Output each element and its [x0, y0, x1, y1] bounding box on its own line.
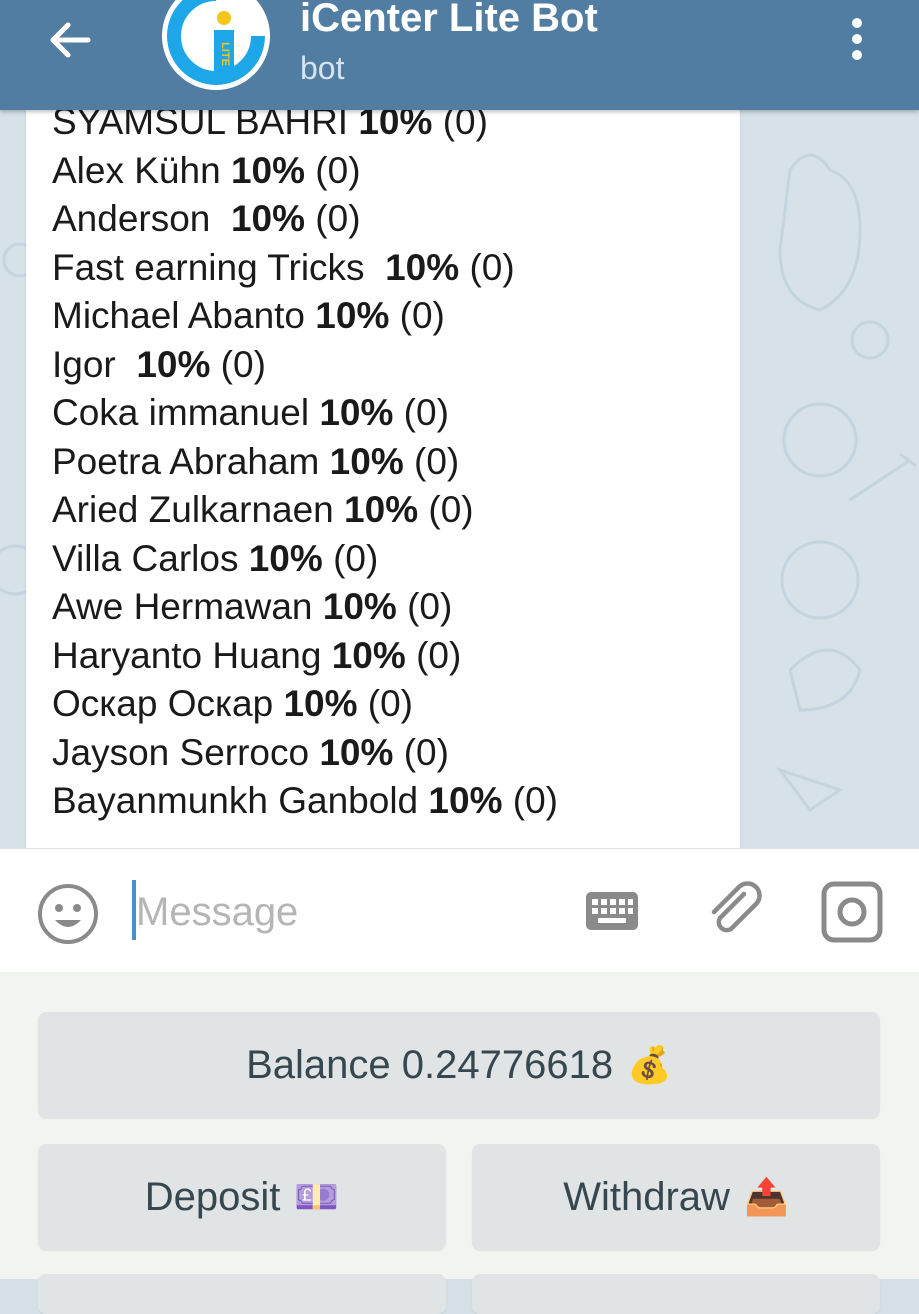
message-input[interactable] [136, 882, 566, 942]
deposit-button[interactable]: Deposit 💷 [38, 1144, 446, 1250]
message-line: Anderson 10% (0) [52, 198, 361, 239]
message-line: Bayanmunkh Ganbold 10% (0) [52, 780, 558, 821]
deposit-label: Deposit [144, 1174, 281, 1219]
attach-button[interactable] [704, 880, 766, 942]
keyboard-button-partial[interactable] [472, 1274, 880, 1314]
message-line: Poetra Abraham 10% (0) [52, 440, 460, 482]
message-line: Michael Abanto 10% (0) [52, 295, 445, 336]
icenter-lite-logo: LITE [162, 0, 270, 90]
smiley-icon [38, 884, 98, 944]
camera-button[interactable] [820, 880, 884, 944]
more-options-button[interactable] [842, 14, 872, 64]
chat-header: LITE iCenter Lite Bot bot [0, 0, 919, 110]
pound-banknote-icon: 💷 [294, 1176, 340, 1217]
bot-avatar[interactable]: LITE [162, 0, 270, 90]
money-bag-icon: 💰 [627, 1044, 672, 1085]
message-line: Aried Zulkarnaen 10% (0) [52, 489, 474, 530]
keyboard-button-partial[interactable] [38, 1274, 446, 1314]
chat-area[interactable]: SYAMSUL BAHRI 10% (0) Alex Kühn 10% (0) … [0, 110, 919, 848]
message-line: Alex Kühn 10% (0) [52, 149, 361, 191]
balance-label: Balance 0.24776618 [246, 1042, 614, 1087]
paperclip-icon [711, 881, 762, 933]
message-line: Haryanto Huang 10% (0) [52, 634, 462, 676]
message-line: Villa Carlos 10% (0) [52, 537, 379, 579]
camera-icon [821, 881, 883, 943]
message-line: Awe Hermawan 10% (0) [52, 586, 453, 627]
arrow-left-icon [50, 22, 91, 58]
chat-subtitle: bot [300, 50, 345, 86]
withdraw-label: Withdraw [563, 1174, 730, 1219]
svg-text:LITE: LITE [219, 42, 231, 66]
balance-button[interactable]: Balance 0.24776618 💰 [38, 1012, 880, 1118]
chat-title: iCenter Lite Bot [300, 0, 598, 40]
more-vertical-icon [852, 18, 862, 60]
message-line: Igor 10% (0) [52, 343, 266, 385]
message-line: Fast earning Tricks 10% (0) [52, 246, 515, 288]
keyboard-icon [586, 892, 638, 930]
message-line: Jayson Serroco 10% (0) [52, 731, 449, 773]
message-line: SYAMSUL BAHRI 10% (0) [52, 110, 488, 142]
bot-keyboard-toggle[interactable] [584, 890, 640, 932]
message-line: Coka immanuel 10% (0) [52, 392, 449, 433]
back-button[interactable] [44, 14, 96, 66]
message-line: Оскар Оскар 10% (0) [52, 683, 413, 724]
message-text: SYAMSUL BAHRI 10% (0) Alex Kühn 10% (0) … [52, 110, 558, 826]
withdraw-button[interactable]: Withdraw 📤 [472, 1144, 880, 1250]
emoji-button[interactable] [36, 882, 100, 946]
outbox-tray-icon: 📤 [743, 1176, 789, 1217]
